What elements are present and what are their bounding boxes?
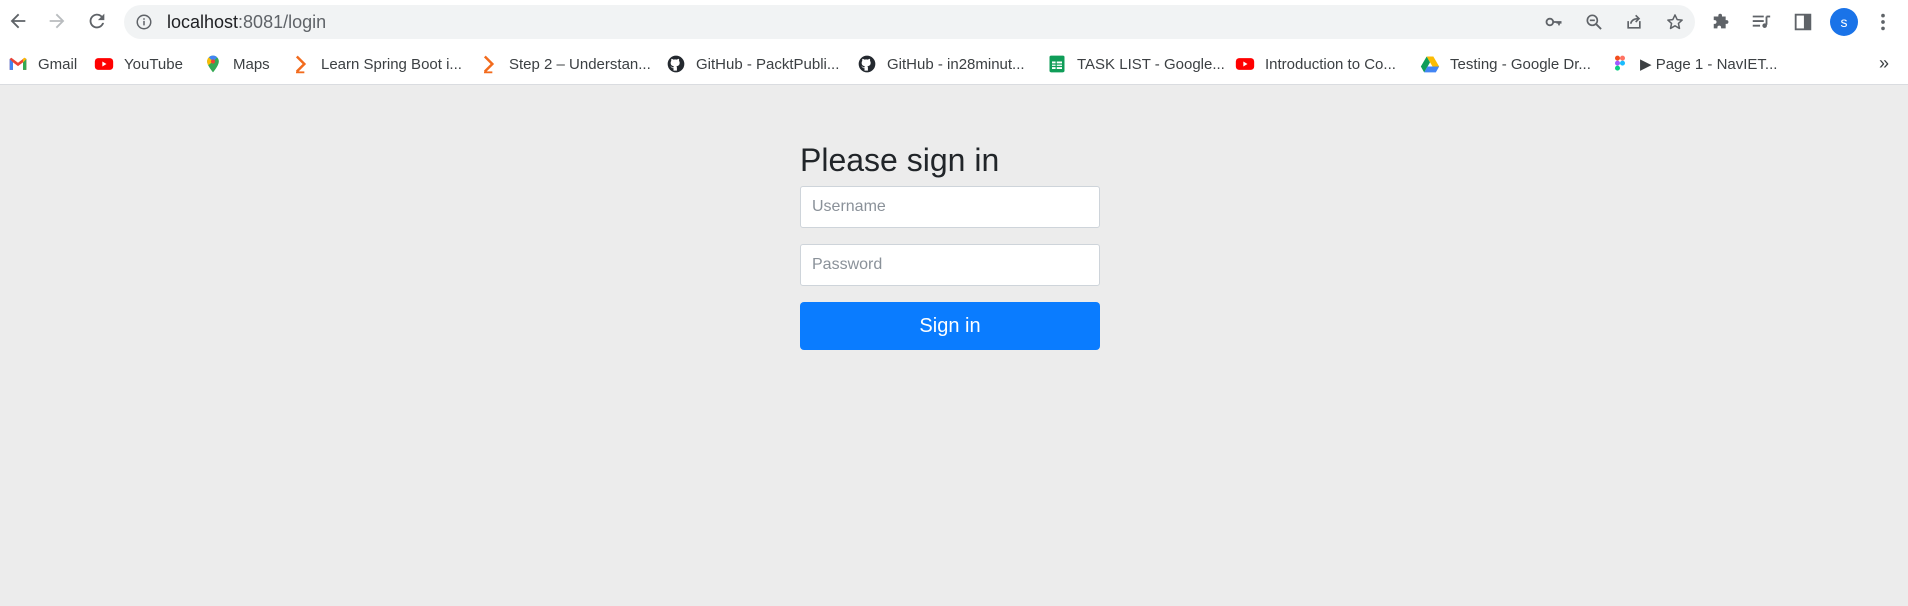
bookmark-maps[interactable]: Maps (203, 51, 270, 77)
bookmark-gmail[interactable]: Gmail (8, 51, 77, 77)
chevron-bookmark-icon (479, 54, 499, 74)
extensions-puzzle-icon (1713, 13, 1729, 29)
forward-button[interactable] (42, 6, 72, 36)
bookmark-star-button[interactable] (1664, 11, 1686, 33)
github-icon (666, 54, 686, 74)
bookmark-label: Step 2 – Understan... (509, 55, 651, 73)
bookmark-label: TASK LIST - Google... (1077, 55, 1225, 73)
username-field[interactable] (800, 186, 1100, 228)
bookmark-step-2[interactable]: Step 2 – Understan... (479, 51, 651, 77)
browser-toolbar: localhost:8081/login s (0, 0, 1908, 44)
figma-icon (1610, 54, 1630, 74)
gmail-icon (8, 54, 28, 74)
bookmarks-overflow-button[interactable]: » (1872, 51, 1896, 75)
side-panel-button[interactable] (1791, 10, 1815, 34)
star-icon (1667, 14, 1683, 30)
google-drive-icon (1420, 54, 1440, 74)
kebab-menu-icon (1881, 13, 1885, 31)
profile-avatar[interactable]: s (1830, 8, 1858, 36)
bookmark-label: GitHub - PacktPubli... (696, 55, 840, 73)
address-bar[interactable]: localhost:8081/login (124, 5, 1695, 39)
reload-button[interactable] (82, 6, 112, 36)
bookmark-learn-spring-boot[interactable]: Learn Spring Boot i... (291, 51, 462, 77)
maps-pin-icon (203, 54, 223, 74)
reload-icon (89, 13, 105, 29)
key-icon (1545, 17, 1562, 27)
bookmark-github-packtpub[interactable]: GitHub - PacktPubli... (666, 51, 839, 77)
bookmark-github-in28minutes[interactable]: GitHub - in28minut... (857, 51, 1025, 77)
bookmark-task-list[interactable]: TASK LIST - Google... (1047, 51, 1225, 77)
bookmark-label: Testing - Google Dr... (1450, 55, 1591, 73)
youtube-icon (1235, 54, 1255, 74)
youtube-icon (94, 54, 114, 74)
reading-list-button[interactable] (1749, 10, 1773, 34)
share-icon (1627, 14, 1641, 29)
chevron-bookmark-icon (291, 54, 311, 74)
bookmark-label: Learn Spring Boot i... (321, 55, 462, 73)
bookmark-testing-drive[interactable]: Testing - Google Dr... (1420, 51, 1591, 77)
url-text[interactable]: localhost:8081/login (167, 13, 326, 31)
bookmark-label: YouTube (124, 55, 183, 73)
forward-arrow-icon (49, 13, 65, 29)
back-arrow-icon (10, 13, 26, 29)
bookmarks-bar: Gmail YouTube Maps Learn Spring Boot i..… (0, 44, 1908, 85)
url-host: localhost (167, 12, 239, 32)
bookmark-label: ▶ Page 1 - NavIET... (1640, 56, 1778, 73)
side-panel-icon (1794, 13, 1812, 31)
bookmark-label: Maps (233, 55, 270, 73)
reading-list-icon (1752, 15, 1771, 28)
bookmark-figma-page[interactable]: ▶ Page 1 - NavIET... (1610, 51, 1777, 77)
page-title: Please sign in (800, 142, 1000, 178)
github-icon (857, 54, 877, 74)
bookmark-label: Introduction to Co... (1265, 55, 1396, 73)
zoom-out-icon (1586, 14, 1602, 30)
bookmark-introduction[interactable]: Introduction to Co... (1235, 51, 1396, 77)
bookmark-label: GitHub - in28minut... (887, 55, 1025, 73)
site-info-icon[interactable] (135, 13, 153, 31)
google-sheets-icon (1047, 54, 1067, 74)
password-field[interactable] (800, 244, 1100, 286)
zoom-button[interactable] (1583, 11, 1605, 33)
back-button[interactable] (3, 6, 33, 36)
bookmark-label: Gmail (38, 55, 78, 73)
browser-menu-button[interactable] (1871, 10, 1895, 34)
password-key-button[interactable] (1543, 11, 1565, 33)
url-path: :8081/login (238, 12, 327, 32)
sign-in-button[interactable]: Sign in (800, 302, 1100, 350)
share-button[interactable] (1623, 11, 1645, 33)
bookmark-youtube[interactable]: YouTube (94, 51, 183, 77)
extensions-button[interactable] (1710, 10, 1734, 34)
page-content: Please sign in Sign in (0, 86, 1908, 606)
